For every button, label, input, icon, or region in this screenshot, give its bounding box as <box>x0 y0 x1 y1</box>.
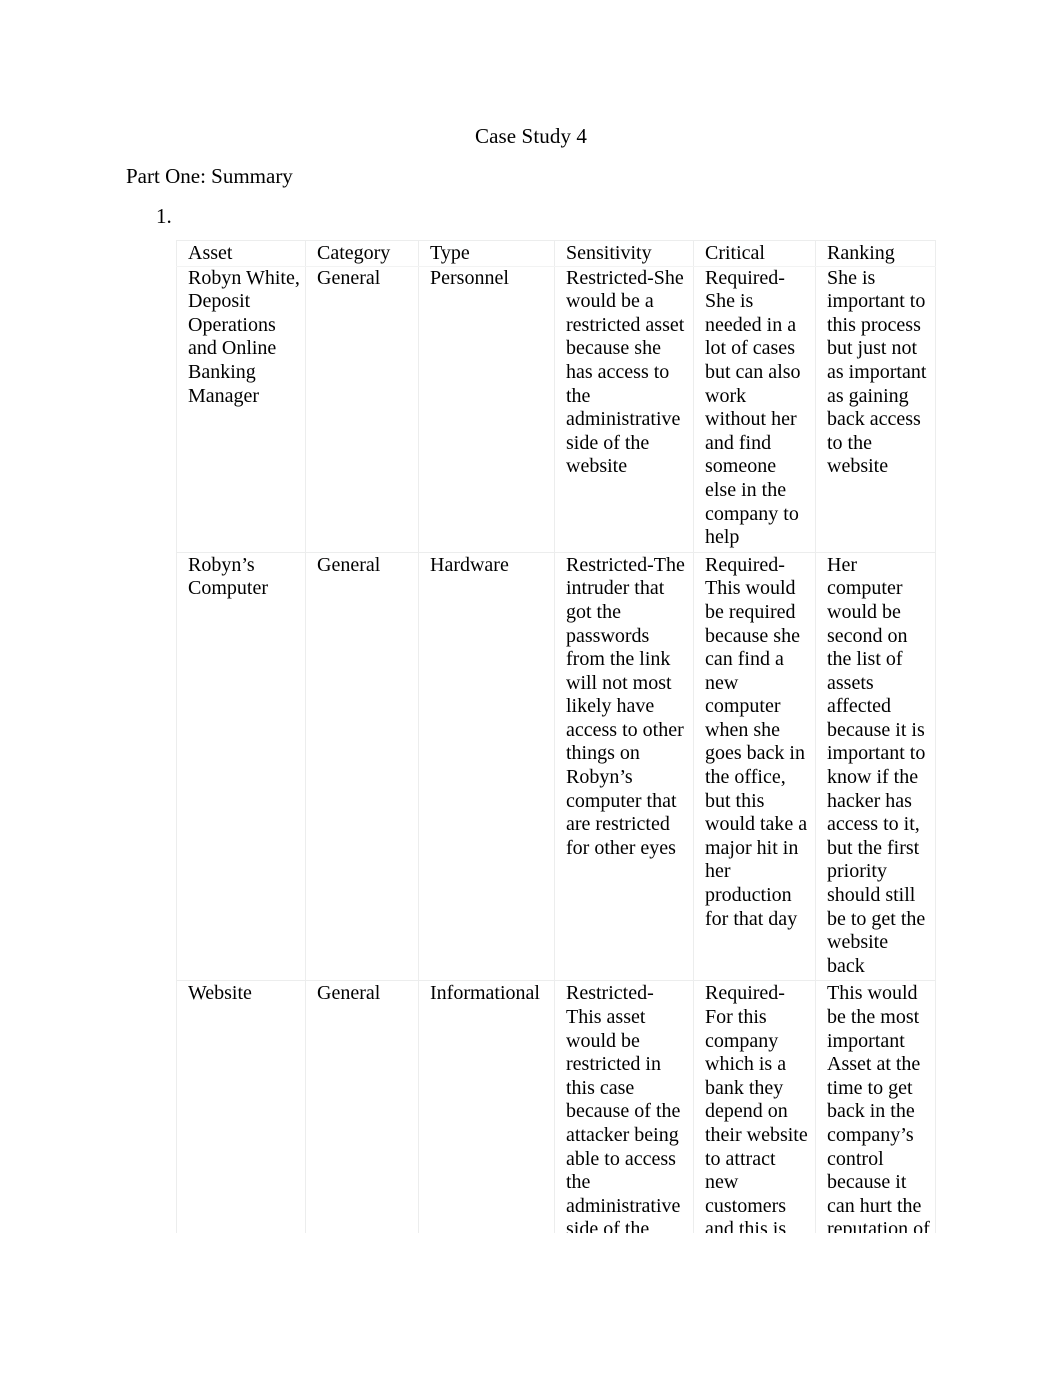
page-bottom-margin <box>0 1233 1062 1377</box>
table-body: Robyn White, Deposit Operations and Onli… <box>176 265 936 1340</box>
cell-type: Personnel <box>418 265 555 553</box>
page-title: Case Study 4 <box>474 124 588 148</box>
cell-sensitivity: Restricted-She would be a restricted ass… <box>554 265 694 553</box>
document-page: Case Study 4 Part One: Summary 1. Asset … <box>0 0 1062 1377</box>
asset-table-container: Asset Category Type Sensitivity Critical… <box>176 240 936 1340</box>
cell-category: General <box>305 551 419 982</box>
section-heading-part-one: Part One: Summary <box>126 164 293 188</box>
cell-type: Hardware <box>418 551 555 982</box>
cell-sensitivity: Restricted-The intruder that got the pas… <box>554 551 694 982</box>
table-header: Asset Category Type Sensitivity Critical… <box>176 240 936 267</box>
cell-critical: Required-This would be required because … <box>693 551 816 982</box>
column-header-ranking: Ranking <box>815 240 936 267</box>
table-row: Robyn’s Computer General Hardware Restri… <box>176 551 936 982</box>
cell-asset: Robyn White, Deposit Operations and Onli… <box>176 265 306 553</box>
column-header-critical: Critical <box>693 240 816 267</box>
cell-ranking: She is important to this process but jus… <box>815 265 936 553</box>
cell-critical: Required-She is needed in a lot of cases… <box>693 265 816 553</box>
list-item-marker: 1. <box>156 204 172 228</box>
cell-asset: Robyn’s Computer <box>176 551 306 982</box>
cell-ranking: Her computer would be second on the list… <box>815 551 936 982</box>
column-header-category: Category <box>305 240 419 267</box>
column-header-type: Type <box>418 240 555 267</box>
asset-classification-table: Asset Category Type Sensitivity Critical… <box>176 240 936 1340</box>
column-header-asset: Asset <box>176 240 306 267</box>
table-row: Robyn White, Deposit Operations and Onli… <box>176 265 936 553</box>
column-header-sensitivity: Sensitivity <box>554 240 694 267</box>
cell-category: General <box>305 265 419 553</box>
table-header-row: Asset Category Type Sensitivity Critical… <box>176 240 936 267</box>
